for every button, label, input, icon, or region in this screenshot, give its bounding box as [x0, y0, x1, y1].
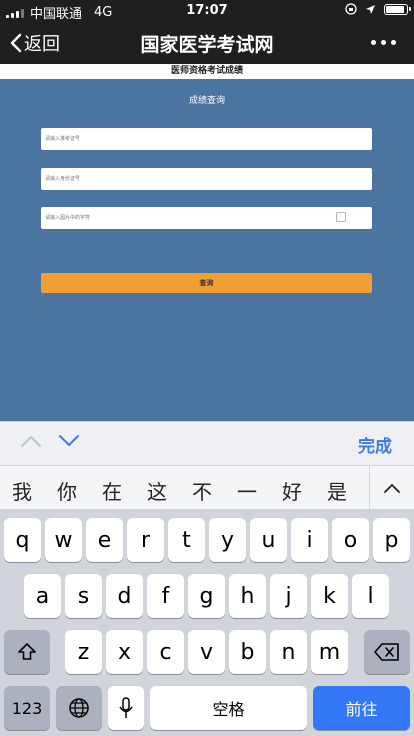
top-bar: 中国联通 4G 17:07 返回 国家医学考试网 [0, 0, 414, 64]
key-q[interactable]: q [4, 518, 41, 562]
battery-icon [384, 3, 411, 15]
shift-key[interactable] [4, 630, 50, 674]
chevron-up-icon [384, 484, 400, 493]
next-field-icon[interactable] [58, 434, 80, 448]
key-p[interactable]: p [373, 518, 410, 562]
key-f[interactable]: f [147, 574, 184, 618]
exam-number-field[interactable] [41, 128, 372, 150]
more-dot-icon [371, 40, 376, 45]
shift-icon [18, 643, 36, 660]
query-button[interactable]: 查询 [41, 273, 372, 293]
key-y[interactable]: y [209, 518, 246, 562]
go-key[interactable]: 前往 [313, 686, 410, 730]
done-button[interactable]: 完成 [358, 432, 392, 457]
backspace-icon [374, 643, 399, 661]
key-k[interactable]: k [311, 574, 348, 618]
key-g[interactable]: g [188, 574, 225, 618]
candidate-word[interactable]: 好 [277, 476, 307, 505]
web-content: 医师资格考试成绩 成绩查询 查询 [0, 64, 414, 421]
key-b[interactable]: b [229, 630, 266, 674]
key-u[interactable]: u [250, 518, 287, 562]
orientation-lock-icon [345, 3, 357, 15]
language-key[interactable] [56, 686, 102, 730]
voice-key[interactable] [108, 686, 144, 730]
candidate-word[interactable]: 这 [142, 476, 172, 505]
candidate-word[interactable]: 在 [97, 476, 127, 505]
expand-candidates-button[interactable] [369, 466, 414, 510]
key-n[interactable]: n [270, 630, 307, 674]
captcha-image[interactable] [336, 212, 346, 222]
captcha-field[interactable] [41, 207, 372, 229]
key-o[interactable]: o [332, 518, 369, 562]
id-number-field[interactable] [41, 168, 372, 190]
id-number-input[interactable] [45, 168, 372, 190]
key-d[interactable]: d [106, 574, 143, 618]
key-w[interactable]: w [45, 518, 82, 562]
query-title: 成绩查询 [188, 96, 225, 106]
globe-icon [69, 698, 89, 718]
space-key[interactable]: 空格 [150, 686, 307, 730]
key-t[interactable]: t [168, 518, 205, 562]
microphone-icon [119, 697, 133, 718]
key-e[interactable]: e [86, 518, 123, 562]
more-dot-icon [391, 40, 396, 45]
key-l[interactable]: l [352, 574, 389, 618]
status-bar: 中国联通 4G 17:07 [0, 0, 414, 22]
nav-bar: 返回 国家医学考试网 [0, 22, 414, 64]
more-button[interactable] [371, 40, 396, 45]
page-title: 国家医学考试网 [140, 34, 274, 56]
candidate-bar: 我 你 在 这 不 一 好 是 [0, 465, 414, 510]
key-x[interactable]: x [106, 630, 143, 674]
go-label: 前往 [345, 700, 378, 719]
key-h[interactable]: h [229, 574, 266, 618]
previous-field-icon[interactable] [20, 434, 42, 448]
more-dot-icon [381, 40, 386, 45]
key-s[interactable]: s [65, 574, 102, 618]
location-icon [366, 4, 375, 14]
key-j[interactable]: j [270, 574, 307, 618]
key-v[interactable]: v [188, 630, 225, 674]
exam-banner: 医师资格考试成绩 [0, 64, 414, 79]
delete-key[interactable] [364, 630, 410, 674]
key-a[interactable]: a [24, 574, 61, 618]
captcha-input[interactable] [45, 207, 372, 229]
numbers-key[interactable]: 123 [4, 686, 50, 730]
candidate-word[interactable]: 不 [187, 476, 217, 505]
exam-number-input[interactable] [45, 128, 372, 150]
key-m[interactable]: m [311, 630, 348, 674]
candidate-word[interactable]: 是 [322, 476, 352, 505]
key-i[interactable]: i [291, 518, 328, 562]
key-z[interactable]: z [65, 630, 102, 674]
keyboard-toolbar: 完成 [0, 421, 414, 465]
key-r[interactable]: r [127, 518, 164, 562]
key-c[interactable]: c [147, 630, 184, 674]
status-right [345, 3, 411, 15]
candidate-word[interactable]: 你 [52, 476, 82, 505]
keyboard: q w e r t y u i o p a s d f g h j k l z … [0, 509, 414, 736]
candidate-word[interactable]: 一 [232, 476, 262, 505]
candidate-word[interactable]: 我 [7, 476, 37, 505]
